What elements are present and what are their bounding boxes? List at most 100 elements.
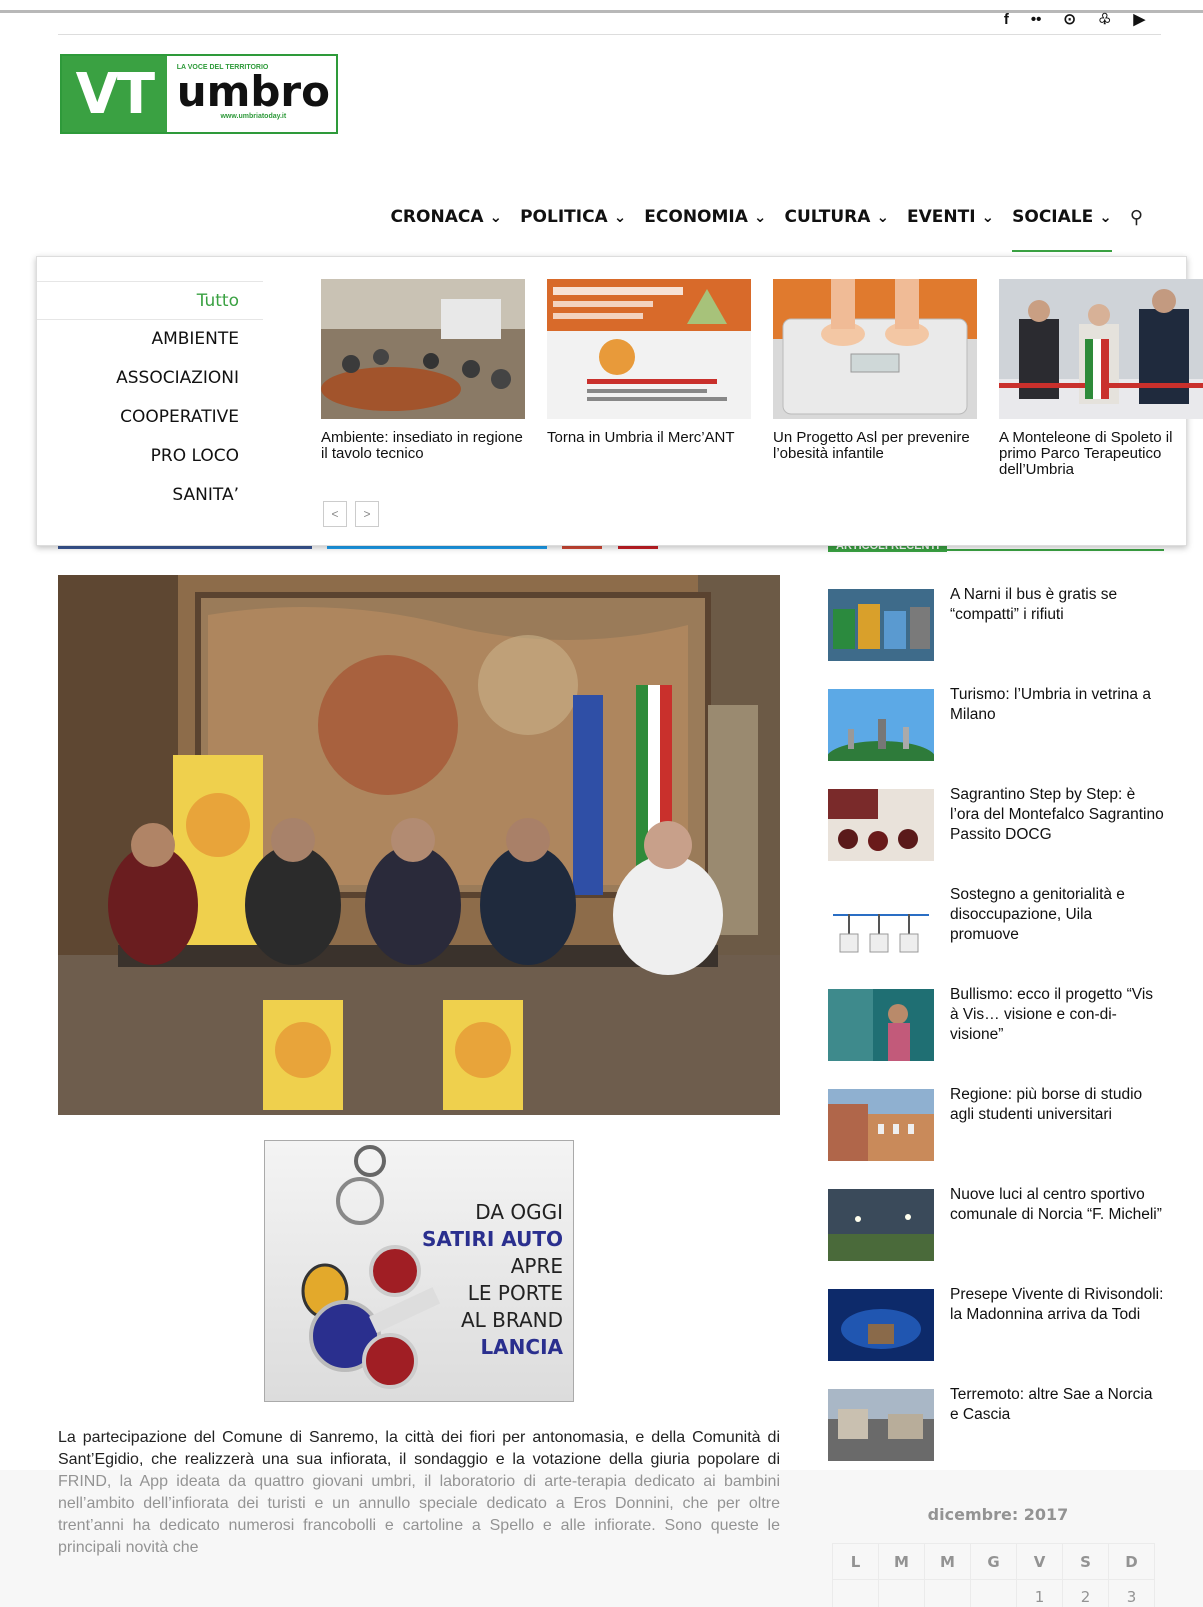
- post-thumbnail-image: [321, 279, 525, 419]
- recent-article-title: Sagrantino Step by Step: è l’ora del Mon…: [950, 786, 1164, 843]
- ad-line: SATIRI AUTO: [422, 1227, 563, 1251]
- social-icons: f •• ⊙ ♧ ▶: [1004, 12, 1145, 28]
- nav-cultura[interactable]: CULTURA ⌄: [784, 200, 889, 234]
- keys-image: [301, 1145, 441, 1389]
- chevron-down-icon: ⌄: [613, 208, 627, 226]
- recent-article[interactable]: Presepe Vivente di Rivisondoli: la Madon…: [828, 1285, 1168, 1363]
- calendar-day[interactable]: 1: [1016, 1579, 1063, 1607]
- post-thumbnail-image: [999, 279, 1203, 419]
- mega-post[interactable]: Un Progetto Asl per prevenire l’obesità …: [773, 279, 977, 462]
- nav-eventi[interactable]: EVENTI ⌄: [907, 200, 994, 234]
- ad-line: LE PORTE: [467, 1281, 563, 1305]
- recent-article-title: Regione: più borse di studio agli studen…: [950, 1086, 1143, 1123]
- ad-line: LANCIA: [480, 1335, 563, 1359]
- recent-article-title: Presepe Vivente di Rivisondoli: la Madon…: [950, 1286, 1164, 1323]
- calendar-header: M: [878, 1543, 925, 1580]
- recent-article[interactable]: Turismo: l’Umbria in vetrina a Milano: [828, 685, 1168, 763]
- mega-post-title: Ambiente: insediato in regione il tavolo…: [321, 429, 523, 462]
- nav-label: EVENTI: [907, 207, 976, 227]
- recent-article-title: Nuove luci al centro sportivo comunale d…: [950, 1186, 1162, 1223]
- calendar-header: D: [1108, 1543, 1155, 1580]
- calendar-header: M: [924, 1543, 971, 1580]
- mega-post-title: Un Progetto Asl per prevenire l’obesità …: [773, 429, 970, 462]
- nav-economia[interactable]: ECONOMIA ⌄: [644, 200, 766, 234]
- post-thumbnail-image: [773, 279, 977, 419]
- mega-menu-categories: Tutto AMBIENTE ASSOCIAZIONI COOPERATIVE …: [37, 257, 263, 545]
- recent-article-thumbnail: [828, 1389, 934, 1461]
- nav-cronaca[interactable]: CRONACA ⌄: [390, 200, 502, 234]
- calendar-title: dicembre: 2017: [927, 1505, 1069, 1524]
- mega-cat-ambiente[interactable]: AMBIENTE: [37, 320, 263, 359]
- site-logo[interactable]: VT LA VOCE DEL TERRITORIO umbro www.umbr…: [60, 54, 338, 134]
- recent-article-thumbnail: [828, 789, 934, 861]
- article-hero-image: [58, 575, 780, 1115]
- recent-article-thumbnail: [828, 689, 934, 761]
- calendar-header: G: [970, 1543, 1017, 1580]
- ad-line: DA OGGI: [475, 1200, 563, 1224]
- nav-label: POLITICA: [520, 207, 608, 227]
- recent-article-title: A Narni il bus è gratis se “compatti” i …: [950, 586, 1118, 623]
- mega-cat-cooperative[interactable]: COOPERATIVE: [37, 398, 263, 437]
- ad-line: AL BRAND: [460, 1308, 563, 1332]
- mega-post-title: Torna in Umbria il Merc’ANT: [547, 429, 735, 446]
- recent-article[interactable]: Sostegno a genitorialità e disoccupazion…: [828, 885, 1168, 963]
- mega-cat-tutto[interactable]: Tutto: [37, 281, 263, 320]
- post-thumbnail-image: [547, 279, 751, 419]
- flickr-icon[interactable]: ••: [1031, 12, 1042, 28]
- calendar-day: [878, 1579, 925, 1607]
- calendar-day[interactable]: 2: [1062, 1579, 1109, 1607]
- header-divider: [58, 34, 1161, 35]
- mega-post[interactable]: Ambiente: insediato in regione il tavolo…: [321, 279, 525, 462]
- mega-cat-associazioni[interactable]: ASSOCIAZIONI: [37, 359, 263, 398]
- next-button[interactable]: >: [355, 501, 379, 527]
- calendar-header: L: [832, 1543, 879, 1580]
- nav-label: SOCIALE: [1012, 207, 1094, 227]
- recent-article-thumbnail: [828, 589, 934, 661]
- calendar-header: S: [1062, 1543, 1109, 1580]
- chevron-down-icon: ⌄: [981, 208, 995, 226]
- mega-menu-posts: Ambiente: insediato in regione il tavolo…: [277, 257, 1203, 545]
- calendar-header: V: [1016, 1543, 1063, 1580]
- prev-button[interactable]: <: [323, 501, 347, 527]
- recent-article[interactable]: Sagrantino Step by Step: è l’ora del Mon…: [828, 785, 1168, 863]
- recent-article[interactable]: Regione: più borse di studio agli studen…: [828, 1085, 1168, 1163]
- nav-sociale[interactable]: SOCIALE ⌄: [1012, 200, 1112, 252]
- chevron-down-icon: ⌄: [876, 208, 890, 226]
- youtube-icon[interactable]: ▶: [1133, 12, 1145, 28]
- recent-article[interactable]: A Narni il bus è gratis se “compatti” i …: [828, 585, 1168, 663]
- ad-banner[interactable]: DA OGGI SATIRI AUTO APRE LE PORTE AL BRA…: [264, 1140, 574, 1402]
- recent-article-title: Bullismo: ecco il progetto “Vis à Vis… v…: [950, 986, 1154, 1043]
- mega-post[interactable]: Torna in Umbria il Merc’ANT: [547, 279, 751, 446]
- mega-cat-pro-loco[interactable]: PRO LOCO: [37, 437, 263, 476]
- mega-post[interactable]: A Monteleone di Spoleto il primo Parco T…: [999, 279, 1203, 478]
- calendar-day[interactable]: 3: [1108, 1579, 1155, 1607]
- nav-label: CRONACA: [390, 207, 484, 227]
- recent-article[interactable]: Nuove luci al centro sportivo comunale d…: [828, 1185, 1168, 1263]
- recent-article[interactable]: Bullismo: ecco il progetto “Vis à Vis… v…: [828, 985, 1168, 1063]
- mega-cat-sanita[interactable]: SANITA’: [37, 476, 263, 515]
- twitter-icon[interactable]: ♧: [1098, 12, 1111, 28]
- recent-article-title: Terremoto: altre Sae a Norcia e Cascia: [950, 1386, 1153, 1423]
- mega-post-title: A Monteleone di Spoleto il primo Parco T…: [999, 429, 1173, 478]
- logo-name: umbro: [176, 67, 330, 116]
- rss-icon[interactable]: ⊙: [1063, 12, 1076, 28]
- article-body: La partecipazione del Comune di Sanremo,…: [58, 1429, 780, 1556]
- search-icon[interactable]: ⚲: [1130, 207, 1143, 228]
- recent-article[interactable]: Terremoto: altre Sae a Norcia e Cascia: [828, 1385, 1168, 1463]
- logo-letters: VT: [62, 56, 167, 132]
- mega-menu-sociale: Tutto AMBIENTE ASSOCIAZIONI COOPERATIVE …: [36, 256, 1203, 546]
- ad-line: APRE: [510, 1254, 563, 1278]
- chevron-down-icon: ⌄: [1099, 208, 1112, 226]
- recent-article-thumbnail: [828, 1189, 934, 1261]
- nav-politica[interactable]: POLITICA ⌄: [520, 200, 626, 234]
- facebook-icon[interactable]: f: [1004, 12, 1009, 28]
- recent-article-title: Turismo: l’Umbria in vetrina a Milano: [950, 686, 1151, 723]
- recent-article-thumbnail: [828, 1089, 934, 1161]
- ad-text: DA OGGI SATIRI AUTO APRE LE PORTE AL BRA…: [422, 1199, 563, 1361]
- calendar-day: [970, 1579, 1017, 1607]
- recent-article-thumbnail: [828, 889, 934, 961]
- mega-pagination: < >: [323, 501, 379, 527]
- nav-label: CULTURA: [784, 207, 871, 227]
- main-nav: CRONACA ⌄ POLITICA ⌄ ECONOMIA ⌄ CULTURA ⌄ EV…: [390, 200, 1143, 252]
- nav-label: ECONOMIA: [644, 207, 748, 227]
